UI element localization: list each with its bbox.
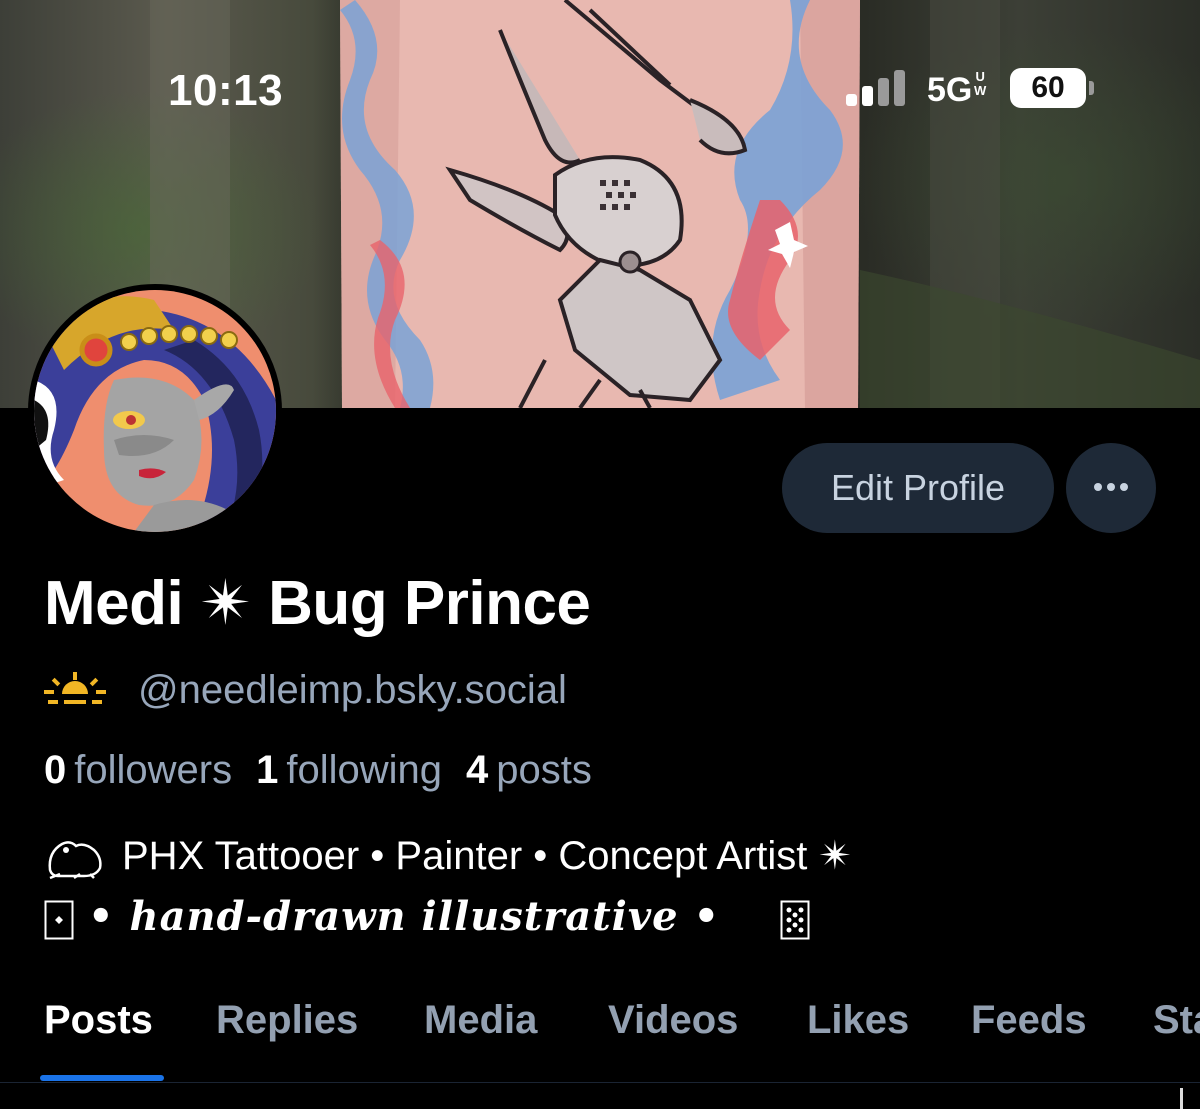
stats-row: 0 followers 1 following 4 posts (44, 746, 616, 794)
playing-card-icon (44, 900, 74, 940)
bio-text-1: PHX Tattooer • Painter • Concept Artist … (122, 834, 852, 878)
status-time: 10:13 (168, 66, 284, 115)
network-sub-bottom: W (974, 83, 987, 98)
handle[interactable]: @needleimp.bsky.social (138, 666, 567, 714)
sunrise-icon (44, 672, 106, 704)
posts-count: 4 (466, 748, 489, 792)
network-sub-top: U (975, 69, 985, 84)
following-count: 1 (256, 748, 279, 792)
tab-starter-packs[interactable]: Sta (1153, 990, 1200, 1050)
signal-strength-icon (846, 70, 905, 106)
following-stat[interactable]: 1 following (256, 746, 442, 794)
tab-replies[interactable]: Replies (216, 990, 358, 1050)
more-options-button[interactable] (1066, 443, 1156, 533)
battery-cap (1089, 81, 1094, 95)
network-type: 5G (927, 71, 973, 109)
status-bar: 10:13 5G U W 60 (0, 0, 1200, 130)
following-label: following (286, 748, 442, 792)
tab-media[interactable]: Media (424, 990, 537, 1050)
battery-icon: 60 (1010, 68, 1086, 108)
playing-card-spades-icon (780, 900, 810, 940)
tab-posts[interactable]: Posts (44, 990, 153, 1050)
bio-text-2: • hand-drawn illustrative • (88, 893, 721, 940)
avatar[interactable] (28, 284, 282, 538)
tab-feeds[interactable]: Feeds (971, 990, 1087, 1050)
active-tab-indicator (40, 1075, 164, 1081)
scrollbar[interactable] (1180, 1088, 1183, 1109)
followers-stat[interactable]: 0 followers (44, 746, 232, 794)
profile-tabs: Posts Replies Media Videos Likes Feeds S… (0, 990, 1200, 1083)
followers-count: 0 (44, 748, 67, 792)
tab-videos[interactable]: Videos (608, 990, 738, 1050)
followers-label: followers (74, 748, 233, 792)
frog-icon (48, 841, 102, 880)
ellipsis-icon (1094, 483, 1128, 491)
edit-profile-button[interactable]: Edit Profile (782, 443, 1054, 533)
posts-stat: 4 posts (466, 746, 592, 794)
tab-likes[interactable]: Likes (807, 990, 909, 1050)
display-name: Medi ✴ Bug Prince (44, 569, 591, 638)
avatar-illustration (34, 290, 276, 532)
network-subtype: U W (974, 70, 986, 98)
posts-label: posts (496, 748, 592, 792)
